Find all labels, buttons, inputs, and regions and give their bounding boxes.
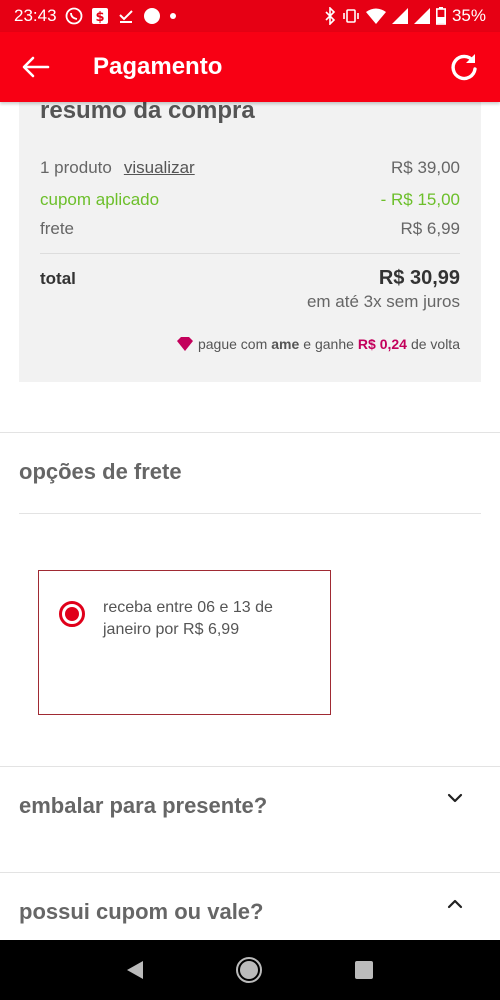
product-row: 1 produto visualizar R$ 39,00 bbox=[40, 158, 460, 178]
svg-text:$: $ bbox=[95, 10, 104, 25]
circle-icon bbox=[143, 6, 161, 26]
shipping-option-card[interactable]: receba entre 06 e 13 de janeiro por R$ 6… bbox=[38, 570, 331, 715]
product-value: R$ 39,00 bbox=[391, 158, 460, 177]
view-products-link[interactable]: visualizar bbox=[124, 158, 195, 178]
coupon-label: cupom aplicado bbox=[40, 190, 160, 209]
app-bar: Pagamento bbox=[0, 32, 500, 102]
ame-prefix: pague com bbox=[197, 336, 268, 352]
installments-text: em até 3x sem juros bbox=[306, 292, 460, 311]
refresh-icon bbox=[451, 54, 477, 81]
coupon-toggle[interactable]: possui cupom ou vale? bbox=[19, 899, 263, 925]
shipping-label: frete bbox=[40, 219, 75, 238]
coupon-value: - R$ 15,00 bbox=[380, 190, 460, 209]
total-label: total bbox=[40, 269, 76, 288]
total-value: R$ 30,99 bbox=[378, 267, 460, 289]
summary-title: resumo da compra bbox=[40, 102, 255, 124]
page-title: Pagamento bbox=[93, 53, 223, 80]
order-summary-card: resumo da compra 1 produto visualizar R$… bbox=[19, 102, 481, 382]
shipping-option-radio[interactable] bbox=[59, 601, 85, 627]
ame-brand: ame bbox=[271, 336, 300, 352]
summary-divider bbox=[40, 253, 460, 254]
refresh-button[interactable] bbox=[434, 32, 494, 102]
divider bbox=[0, 872, 500, 873]
wifi-icon bbox=[365, 6, 386, 26]
ame-middle: e ganhe bbox=[303, 336, 354, 352]
shipping-option-text: receba entre 06 e 13 de janeiro por R$ 6… bbox=[103, 599, 273, 638]
status-bar: 23:43 $ 35% bbox=[0, 0, 500, 32]
diamond-icon bbox=[176, 337, 193, 351]
coupon-row: cupom aplicado - R$ 15,00 bbox=[40, 190, 460, 210]
ame-suffix: de volta bbox=[410, 336, 460, 352]
shipping-value: R$ 6,99 bbox=[400, 219, 460, 238]
shipping-row: frete R$ 6,99 bbox=[40, 219, 460, 239]
dollar-app-icon: $ bbox=[91, 6, 109, 26]
signal-icon bbox=[391, 6, 408, 26]
download-done-icon bbox=[117, 6, 135, 26]
dot-icon bbox=[169, 6, 177, 26]
status-time: 23:43 bbox=[14, 6, 57, 25]
nav-recents-icon[interactable] bbox=[355, 961, 374, 979]
divider bbox=[19, 513, 481, 514]
battery-icon bbox=[435, 6, 446, 26]
radio-selected-dot bbox=[65, 607, 79, 621]
total-row: total R$ 30,99 bbox=[40, 267, 460, 290]
product-count: 1 produto bbox=[40, 158, 112, 177]
ame-amount: R$ 0,24 bbox=[357, 336, 407, 352]
bluetooth-icon bbox=[324, 6, 336, 26]
signal-icon bbox=[413, 6, 430, 26]
chevron-down-icon[interactable] bbox=[446, 789, 464, 807]
shipping-options-title: opções de frete bbox=[19, 459, 182, 484]
arrow-left-icon bbox=[22, 56, 50, 78]
ame-cashback: pague com ame e ganhe R$ 0,24 de volta bbox=[176, 336, 460, 352]
divider bbox=[0, 432, 500, 433]
divider bbox=[0, 766, 500, 767]
gift-wrap-toggle[interactable]: embalar para presente? bbox=[19, 793, 267, 819]
battery-percent: 35% bbox=[451, 6, 486, 25]
system-nav-bar bbox=[0, 940, 500, 1000]
vibrate-icon bbox=[342, 6, 360, 26]
whatsapp-icon bbox=[65, 6, 83, 26]
nav-home-icon[interactable] bbox=[235, 957, 262, 983]
nav-back-icon[interactable] bbox=[126, 961, 143, 979]
chevron-up-icon[interactable] bbox=[446, 895, 464, 913]
content: resumo da compra 1 produto visualizar R$… bbox=[0, 102, 500, 940]
back-button[interactable] bbox=[6, 32, 66, 102]
